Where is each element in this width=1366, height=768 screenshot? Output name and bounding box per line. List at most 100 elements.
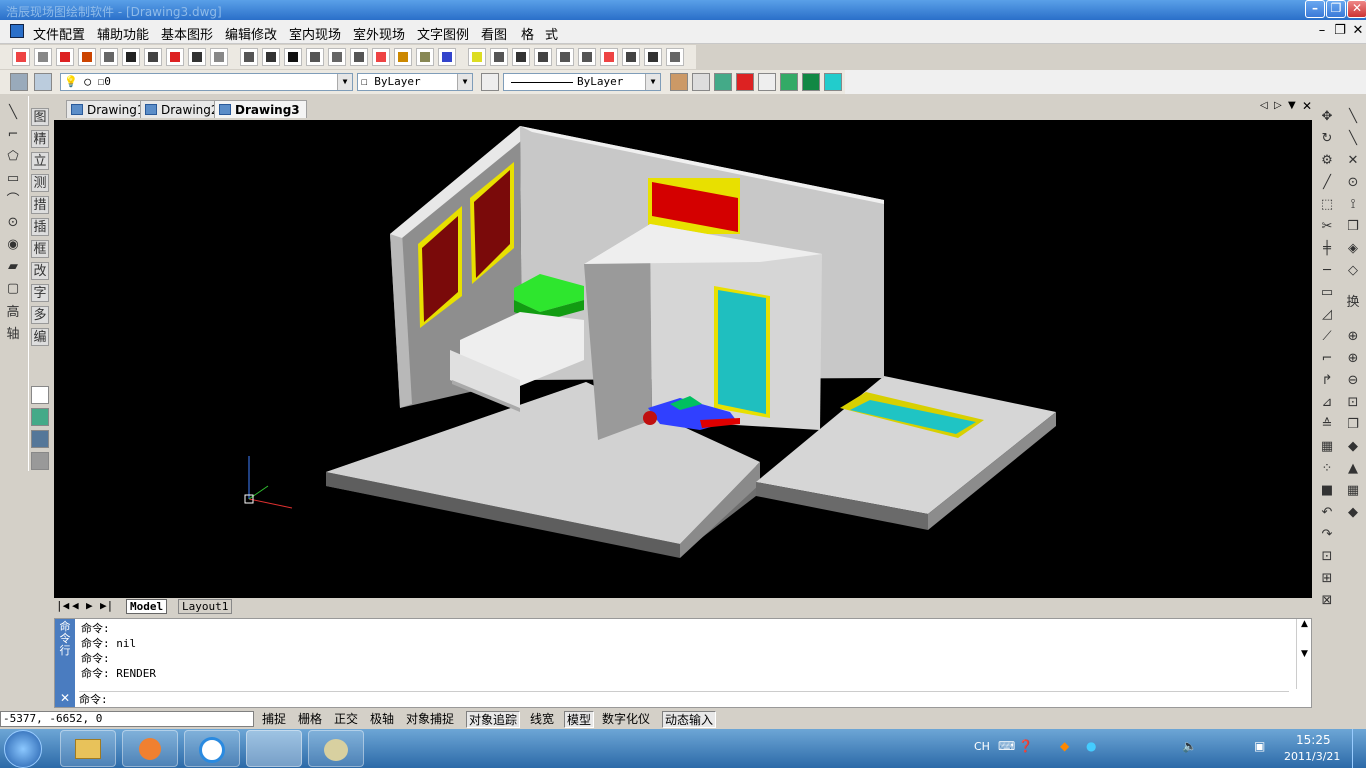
status-toggle-5[interactable]: 对象捕捉 — [404, 711, 456, 728]
keyboard-icon[interactable]: ⌨ — [998, 739, 1015, 753]
modify-tool-icon-10[interactable]: ◿ — [1318, 306, 1336, 324]
material-icon[interactable] — [736, 73, 754, 91]
command-input[interactable]: 命令: — [79, 691, 1289, 707]
chevron-down-icon[interactable]: ▼ — [337, 74, 352, 90]
zoom-tool-icon-3[interactable]: ⊖ — [1344, 372, 1362, 390]
view-tool-icon-6[interactable]: ❒ — [1344, 218, 1362, 236]
modify-tool-icon-3[interactable]: ⚙ — [1318, 152, 1336, 170]
draw-tool-icon-3[interactable]: ⬠ — [4, 148, 22, 166]
zoom-tool-icon-8[interactable]: ▦ — [1344, 482, 1362, 500]
modify-tool-icon-23[interactable]: ⊠ — [1318, 592, 1336, 610]
layer-combo[interactable]: 💡 ◯ ☐0 ▼ — [60, 73, 353, 91]
panel-button-11[interactable]: 编 — [31, 328, 49, 346]
zoom-tool-icon-2[interactable]: ⊕ — [1344, 350, 1362, 368]
menu-edit[interactable]: 编辑修改 — [225, 24, 277, 43]
modify-tool-icon-7[interactable]: ╪ — [1318, 240, 1336, 258]
draw-tool-icon-4[interactable]: ▭ — [4, 170, 22, 188]
tab-layout1[interactable]: Layout1 — [178, 599, 233, 614]
status-toggle-1[interactable]: 捕捉 — [260, 711, 288, 728]
tab-close-icon[interactable]: ✕ — [1302, 99, 1312, 113]
doc-minimize-button[interactable]: – — [1314, 23, 1330, 38]
menu-basic-shapes[interactable]: 基本图形 — [161, 24, 213, 43]
doc-close-button[interactable]: ✕ — [1350, 23, 1366, 38]
panel-button-1[interactable]: 图 — [31, 108, 49, 126]
toolbar-tool-icon-30[interactable] — [666, 48, 684, 66]
modify-tool-icon-1[interactable]: ✥ — [1318, 108, 1336, 126]
start-button[interactable] — [4, 730, 42, 768]
panel-button-8[interactable]: 改 — [31, 262, 49, 280]
toolbar-tool-icon-26[interactable] — [578, 48, 596, 66]
draw-tool-icon-8[interactable]: ▰ — [4, 258, 22, 276]
show-desktop-button[interactable] — [1352, 729, 1366, 768]
first-layout-icon[interactable]: |◀ — [56, 599, 69, 612]
modify-tool-icon-2[interactable]: ↻ — [1318, 130, 1336, 148]
drawing-canvas[interactable] — [54, 120, 1312, 598]
toolbar-tool-icon-14[interactable] — [306, 48, 324, 66]
menu-assist[interactable]: 辅助功能 — [97, 24, 149, 43]
modify-tool-icon-8[interactable]: ─ — [1318, 262, 1336, 280]
modify-tool-icon-4[interactable]: ╱ — [1318, 174, 1336, 192]
toolbar-tool-icon-8[interactable] — [166, 48, 184, 66]
language-indicator[interactable]: CH — [974, 740, 990, 753]
menu-format-2[interactable]: 式 — [545, 24, 558, 43]
view-tool-icon-4[interactable]: ⊙ — [1344, 174, 1362, 192]
last-layout-icon[interactable]: ▶| — [100, 599, 113, 612]
command-scrollbar[interactable]: ▲ ▼ — [1296, 619, 1312, 689]
panel-button-5[interactable]: 措 — [31, 196, 49, 214]
tray-app-icon[interactable]: ◆ — [1060, 739, 1069, 753]
left-tool-1[interactable]: 高 — [4, 304, 22, 322]
menu-outdoor[interactable]: 室外现场 — [353, 24, 405, 43]
view-tool-icon-2[interactable]: ╲ — [1344, 130, 1362, 148]
volume-icon[interactable]: 🔈 — [1182, 739, 1197, 753]
toolbar-tool-icon-6[interactable] — [122, 48, 140, 66]
modify-tool-icon-6[interactable]: ✂ — [1318, 218, 1336, 236]
modify-tool-icon-18[interactable]: ■ — [1318, 482, 1336, 500]
modify-tool-icon-15[interactable]: ≙ — [1318, 416, 1336, 434]
network-icon[interactable]: ▣ — [1254, 739, 1265, 753]
menu-text-legend[interactable]: 文字图例 — [417, 24, 469, 43]
toolbar-tool-icon-18[interactable] — [394, 48, 412, 66]
modify-tool-icon-13[interactable]: ↱ — [1318, 372, 1336, 390]
toolbar-tool-icon-7[interactable] — [144, 48, 162, 66]
status-toggle-4[interactable]: 极轴 — [368, 711, 396, 728]
tab-drawing1[interactable]: Drawing1 — [66, 100, 152, 118]
draw-tool-icon-5[interactable]: ⌒ — [4, 192, 22, 210]
toolbar-tool-icon-24[interactable] — [534, 48, 552, 66]
draw-tool-icon-6[interactable]: ⊙ — [4, 214, 22, 232]
tab-drawing2[interactable]: Drawing2 — [140, 100, 226, 118]
panel-extra-icon-1[interactable] — [31, 386, 49, 404]
explorer-taskbar-icon[interactable] — [60, 730, 116, 767]
modify-tool-icon-19[interactable]: ↶ — [1318, 504, 1336, 522]
ie-taskbar-icon[interactable] — [184, 730, 240, 767]
view-tool-icon-5[interactable]: ⟟ — [1344, 196, 1362, 214]
chevron-down-icon[interactable]: ▼ — [457, 74, 472, 90]
view-tool-icon-3[interactable]: ✕ — [1344, 152, 1362, 170]
menu-file[interactable]: 文件配置 — [33, 24, 85, 43]
panel-button-3[interactable]: 立 — [31, 152, 49, 170]
left-tool-2[interactable]: 轴 — [4, 326, 22, 344]
menu-view[interactable]: 看图 — [481, 24, 507, 43]
teapot-icon[interactable] — [802, 73, 820, 91]
menu-format-1[interactable]: 格 — [521, 24, 534, 43]
light-icon[interactable] — [824, 73, 842, 91]
close-button[interactable]: ✕ — [1347, 0, 1366, 18]
scene-icon[interactable] — [780, 73, 798, 91]
zoom-tool-icon-1[interactable]: ⊕ — [1344, 328, 1362, 346]
toolbar-tool-icon-9[interactable] — [188, 48, 206, 66]
status-toggle-3[interactable]: 正交 — [332, 711, 360, 728]
linetype-icon[interactable] — [481, 73, 499, 91]
modify-tool-icon-14[interactable]: ⊿ — [1318, 394, 1336, 412]
toolbar-tool-icon-11[interactable] — [240, 48, 258, 66]
tray-k-icon[interactable]: ● — [1086, 739, 1096, 753]
modify-tool-icon-21[interactable]: ⊡ — [1318, 548, 1336, 566]
zoom-tool-icon-5[interactable]: ❐ — [1344, 416, 1362, 434]
draw-tool-icon-2[interactable]: ⌐ — [4, 126, 22, 144]
tab-drawing3[interactable]: Drawing3 — [214, 100, 307, 118]
tab-prev-icon[interactable]: ◁ — [1260, 100, 1268, 111]
panel-button-10[interactable]: 多 — [31, 306, 49, 324]
doc-restore-button[interactable]: ❐ — [1332, 23, 1348, 38]
clock-time[interactable]: 15:25 — [1296, 733, 1331, 747]
status-toggle-6[interactable]: 对象追踪 — [466, 711, 521, 728]
minimize-button[interactable]: – — [1305, 0, 1325, 18]
draw-tool-icon-9[interactable]: ▢ — [4, 280, 22, 298]
